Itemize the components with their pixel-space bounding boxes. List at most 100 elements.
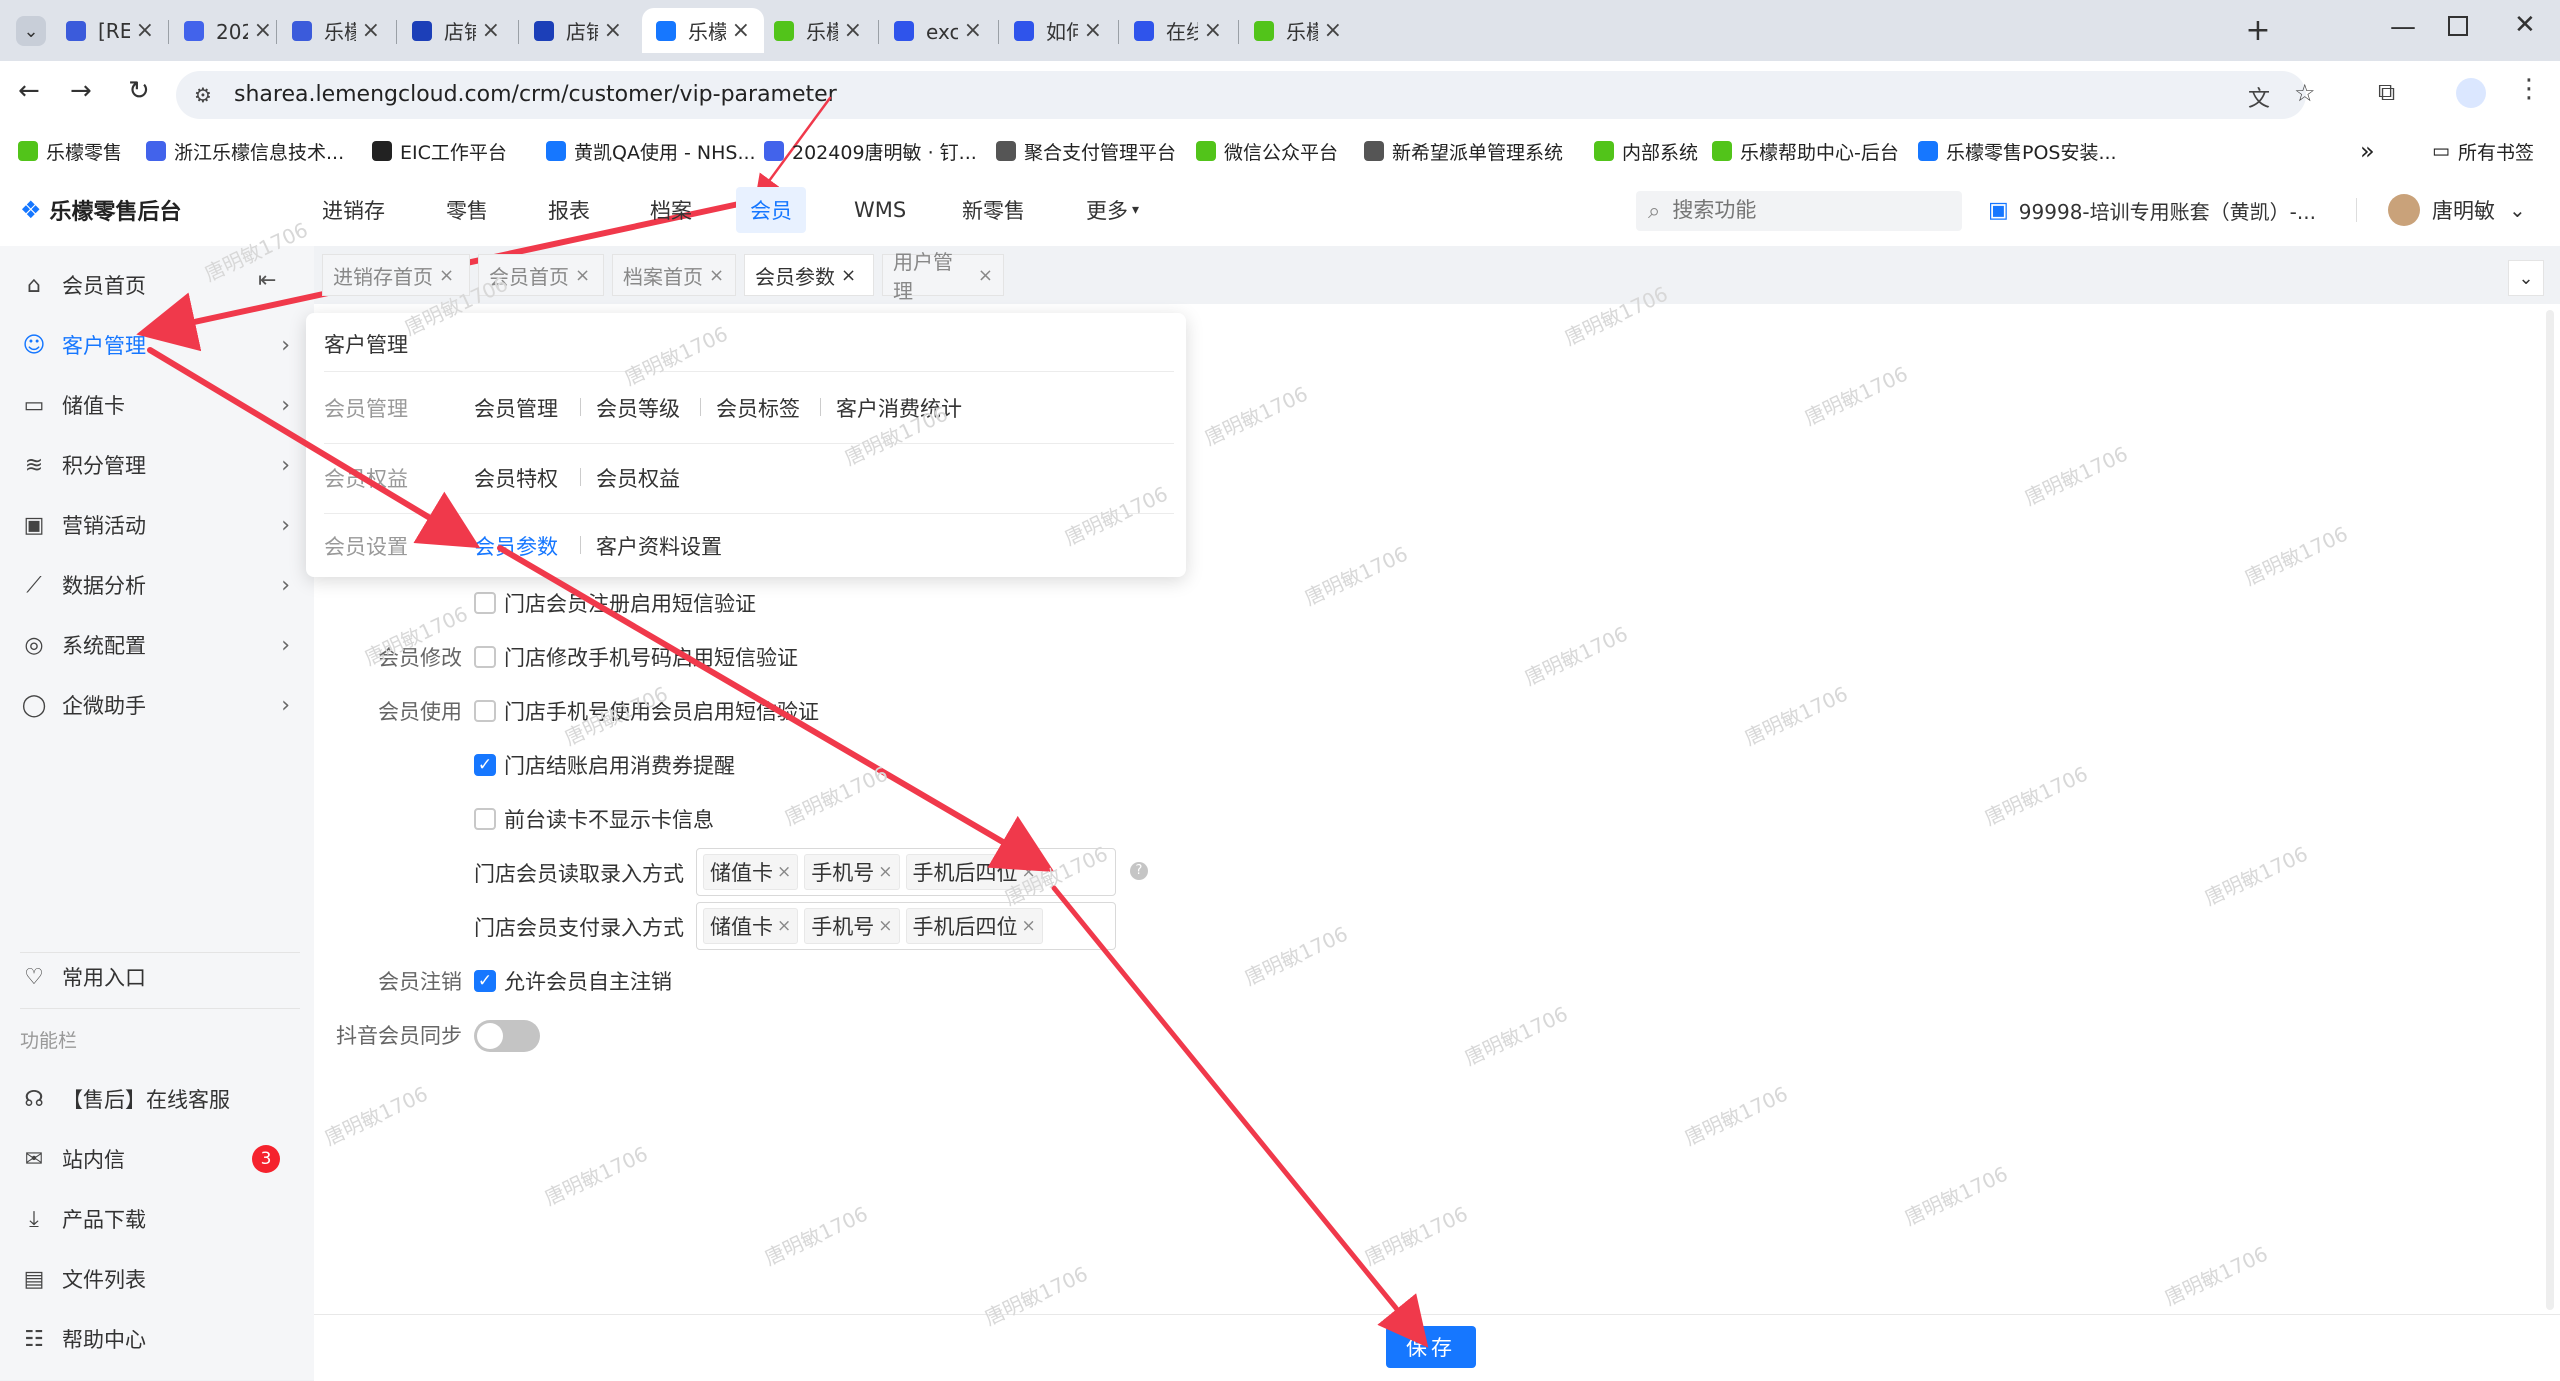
- url-text[interactable]: sharea.lemengcloud.com/crm/customer/vip-…: [234, 82, 837, 107]
- flyout-link[interactable]: 会员管理: [474, 393, 558, 423]
- flyout-link[interactable]: 会员参数: [474, 531, 558, 561]
- nav-item[interactable]: WMS: [854, 174, 906, 246]
- save-button[interactable]: 保存: [1386, 1326, 1476, 1368]
- bookmark-item[interactable]: 聚合支付管理平台: [996, 128, 1176, 174]
- bookmark-item[interactable]: EIC工作平台: [372, 128, 507, 174]
- tabs-dropdown-icon[interactable]: ⌄: [2508, 260, 2544, 296]
- self-cancel-checkbox[interactable]: ✓: [474, 970, 496, 992]
- minimize-button[interactable]: —: [2390, 12, 2416, 42]
- nav-item[interactable]: 报表: [548, 174, 590, 246]
- tab-close-icon[interactable]: ×: [844, 18, 862, 43]
- omnibox[interactable]: ⚙ sharea.lemengcloud.com/crm/customer/vi…: [176, 71, 2316, 119]
- flyout-link[interactable]: 会员等级: [596, 393, 680, 423]
- pay-mode-select[interactable]: 储值卡 × 手机号 × 手机后四位 ×: [696, 902, 1116, 950]
- tab-close-icon[interactable]: ×: [482, 18, 500, 43]
- modify-sms-checkbox[interactable]: [474, 646, 496, 668]
- close-icon[interactable]: ×: [709, 265, 724, 286]
- bookmark-item[interactable]: 微信公众平台: [1196, 128, 1338, 174]
- tag-remove-icon[interactable]: ×: [777, 862, 791, 882]
- close-window-button[interactable]: ✕: [2514, 10, 2536, 40]
- page-tab[interactable]: 会员参数 ×: [744, 254, 874, 296]
- flyout-link[interactable]: 会员权益: [596, 463, 680, 493]
- sidebar-item[interactable]: ⟋ 数据分析 ›: [20, 560, 290, 610]
- bookmark-item[interactable]: 黄凯QA使用 - NHS...: [546, 128, 756, 174]
- flyout-link[interactable]: 会员标签: [716, 393, 800, 423]
- tab-close-icon[interactable]: ×: [732, 18, 750, 43]
- menu-icon[interactable]: ⋮: [2516, 74, 2542, 104]
- sidebar-item[interactable]: ≋ 积分管理 ›: [20, 440, 290, 490]
- func-item[interactable]: ✉ 站内信 3: [20, 1134, 290, 1184]
- sidebar-item[interactable]: ▭ 储值卡 ›: [20, 380, 290, 430]
- close-icon[interactable]: ×: [978, 265, 993, 286]
- translate-icon[interactable]: 文: [2248, 81, 2270, 113]
- back-icon[interactable]: ←: [18, 76, 40, 106]
- browser-tab[interactable]: 如何让a列×: [1000, 8, 1116, 53]
- bookmark-item[interactable]: 浙江乐檬信息技术...: [146, 128, 344, 174]
- bookmark-star-icon[interactable]: ☆: [2294, 79, 2316, 107]
- restore-button[interactable]: [2448, 16, 2468, 36]
- tab-close-icon[interactable]: ×: [1204, 18, 1222, 43]
- tag-remove-icon[interactable]: ×: [1022, 916, 1036, 936]
- browser-tab[interactable]: 乐檬帮助中×: [760, 8, 876, 53]
- browser-tab[interactable]: [REITS-14(×: [52, 8, 168, 53]
- help-icon[interactable]: ?: [1130, 862, 1148, 880]
- nav-item[interactable]: 零售: [446, 174, 488, 246]
- func-item[interactable]: ▤ 文件列表: [20, 1254, 290, 1304]
- bookmark-item[interactable]: 乐檬零售POS安装...: [1918, 128, 2117, 174]
- sidebar-item[interactable]: ◎ 系统配置 ›: [20, 620, 290, 670]
- scrollbar[interactable]: [2546, 310, 2554, 1310]
- reload-icon[interactable]: ↻: [128, 76, 150, 106]
- func-item[interactable]: ☷ 帮助中心: [20, 1314, 290, 1364]
- browser-tab[interactable]: 乐檬帮助中×: [1240, 8, 1356, 53]
- tab-close-icon[interactable]: ×: [136, 18, 154, 43]
- bookmark-item[interactable]: 乐檬零售: [18, 128, 122, 174]
- bookmark-item[interactable]: 内部系统: [1594, 128, 1698, 174]
- close-icon[interactable]: ×: [575, 265, 590, 286]
- page-tab[interactable]: 进销存首页 ×: [322, 254, 470, 296]
- common-entry[interactable]: ♡ 常用入口: [20, 952, 290, 1002]
- flyout-link[interactable]: 会员特权: [474, 463, 558, 493]
- user-menu[interactable]: 唐明敏 ⌄: [2388, 174, 2526, 246]
- sidebar-item[interactable]: ☺ 客户管理 ›: [20, 320, 290, 370]
- sms-register-checkbox[interactable]: [474, 592, 496, 614]
- use-sms-checkbox[interactable]: [474, 700, 496, 722]
- extensions-icon[interactable]: ⧉: [2378, 78, 2395, 106]
- close-icon[interactable]: ×: [841, 265, 856, 286]
- site-info-icon[interactable]: ⚙: [194, 83, 212, 107]
- nav-item[interactable]: 进销存: [322, 174, 385, 246]
- tab-close-icon[interactable]: ×: [604, 18, 622, 43]
- bookmark-item[interactable]: 202409唐明敏 · 钉...: [764, 128, 977, 174]
- sidebar-item[interactable]: ▣ 营销活动 ›: [20, 500, 290, 550]
- browser-tab[interactable]: 乐檬餐饮后×: [278, 8, 394, 53]
- coupon-remind-checkbox[interactable]: ✓: [474, 754, 496, 776]
- close-icon[interactable]: ×: [439, 265, 454, 286]
- tab-close-icon[interactable]: ×: [362, 18, 380, 43]
- browser-tab[interactable]: 乐檬零售×: [642, 8, 764, 53]
- browser-tab[interactable]: excel如果a×: [880, 8, 996, 53]
- app-logo[interactable]: ❖ 乐檬零售后台: [20, 174, 182, 246]
- tag-remove-icon[interactable]: ×: [878, 862, 892, 882]
- func-item[interactable]: ⤓ 产品下载: [20, 1194, 290, 1244]
- search-input[interactable]: [1670, 198, 1935, 224]
- tab-close-icon[interactable]: ×: [1324, 18, 1342, 43]
- nav-item[interactable]: 档案: [650, 174, 692, 246]
- nav-item[interactable]: 更多 ▾: [1086, 174, 1139, 246]
- browser-tab[interactable]: 店铺装修×: [520, 8, 636, 53]
- all-bookmarks-button[interactable]: ▭ 所有书签: [2432, 128, 2534, 174]
- page-tab[interactable]: 档案首页 ×: [612, 254, 736, 296]
- forward-icon[interactable]: →: [70, 76, 92, 106]
- hide-card-checkbox[interactable]: [474, 808, 496, 830]
- profile-avatar[interactable]: [2456, 78, 2486, 108]
- browser-tab[interactable]: 在线等: ex×: [1120, 8, 1236, 53]
- browser-tab[interactable]: 202409唐明×: [170, 8, 286, 53]
- search-box[interactable]: ⌕: [1636, 191, 1962, 231]
- browser-tab[interactable]: 店铺装修×: [398, 8, 514, 53]
- tab-close-icon[interactable]: ×: [964, 18, 982, 43]
- func-item[interactable]: ☊ 【售后】在线客服: [20, 1074, 290, 1124]
- nav-item[interactable]: 新零售: [962, 174, 1025, 246]
- tag-remove-icon[interactable]: ×: [777, 916, 791, 936]
- more-bookmarks-button[interactable]: »: [2360, 128, 2375, 174]
- tab-close-icon[interactable]: ×: [1084, 18, 1102, 43]
- tab-close-icon[interactable]: ×: [254, 18, 272, 43]
- account-selector[interactable]: ▣ 99998-培训专用账套（黄凯）-...: [1988, 174, 2316, 246]
